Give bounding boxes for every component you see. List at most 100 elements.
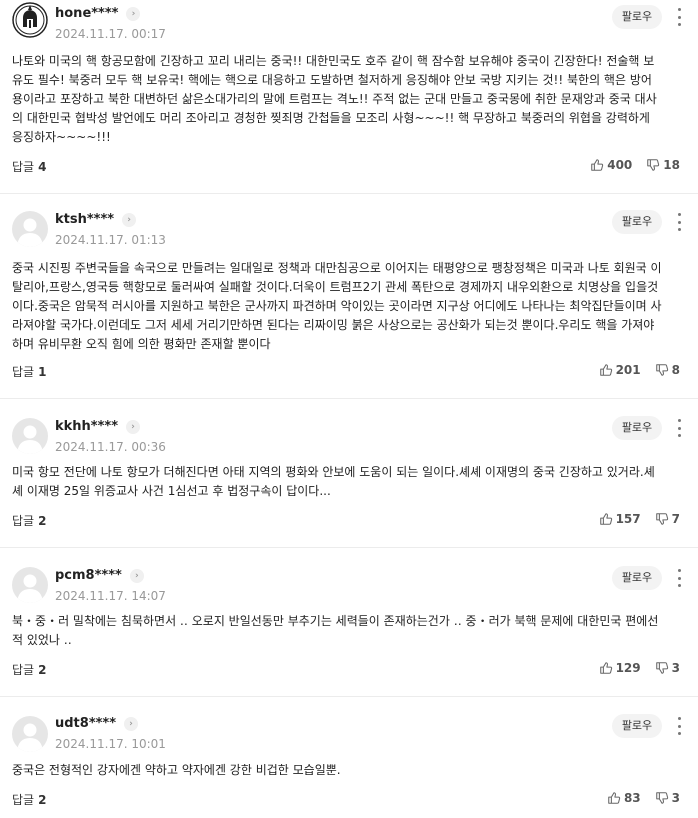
dislike-count: 3: [671, 791, 680, 805]
comment-date: 2024.11.17. 01:13: [55, 233, 166, 247]
chevron-right-icon[interactable]: ›: [126, 419, 140, 434]
dislike-count: 3: [671, 661, 680, 675]
reply-label: 답글: [12, 514, 35, 528]
comment-item: pcm8**** › 2024.11.17. 14:07 팔로우 북・중・러 밀…: [0, 547, 698, 697]
comment-date: 2024.11.17. 10:01: [55, 737, 166, 751]
more-options-icon[interactable]: [674, 569, 684, 587]
reply-button[interactable]: 답글 2: [12, 512, 46, 529]
reply-count: 1: [38, 365, 47, 379]
thumbs-up-icon: [591, 159, 604, 171]
reply-count: 2: [38, 514, 47, 528]
reply-button[interactable]: 답글 1: [12, 363, 46, 380]
nickname[interactable]: hone****: [55, 6, 118, 21]
chevron-right-icon[interactable]: ›: [129, 568, 144, 583]
like-button[interactable]: 201: [599, 363, 641, 377]
reply-count: 2: [38, 793, 47, 807]
comment-author[interactable]: hone**** ›: [55, 6, 141, 21]
follow-button[interactable]: 팔로우: [612, 714, 662, 738]
like-count: 157: [615, 512, 641, 526]
thumbs-down-icon: [655, 513, 668, 525]
reply-button[interactable]: 답글 2: [12, 791, 46, 808]
reply-label: 답글: [12, 365, 35, 379]
avatar[interactable]: [12, 211, 48, 247]
default-user-icon: [17, 723, 43, 752]
default-user-icon: [17, 574, 43, 603]
reply-count: 2: [38, 663, 47, 677]
comment-author[interactable]: kkhh**** ›: [55, 419, 140, 434]
reply-label: 답글: [12, 793, 35, 807]
comment-date: 2024.11.17. 14:07: [55, 589, 166, 603]
thumbs-down-icon: [655, 792, 668, 804]
more-options-icon[interactable]: [674, 213, 684, 231]
reply-label: 답글: [12, 160, 35, 174]
like-count: 201: [615, 363, 641, 377]
comment-text: 북・중・러 밀착에는 침묵하면서 ‥ 오로지 반일선동만 부추기는 세력들이 존…: [12, 614, 659, 647]
reply-label: 답글: [12, 663, 35, 677]
follow-button[interactable]: 팔로우: [612, 416, 662, 440]
dislike-button[interactable]: 3: [655, 661, 680, 675]
chevron-right-icon[interactable]: ›: [122, 212, 137, 227]
warrior-helmet-icon: [12, 2, 48, 38]
chevron-right-icon[interactable]: ›: [124, 716, 139, 731]
dislike-button[interactable]: 7: [655, 512, 680, 526]
nickname[interactable]: kkhh****: [55, 419, 118, 434]
thumbs-down-icon: [655, 364, 668, 376]
thumbs-up-icon: [608, 792, 621, 804]
comment-text: 미국 항모 전단에 나토 항모가 더해진다면 아태 지역의 평화와 안보에 도움…: [12, 465, 655, 498]
more-options-icon[interactable]: [674, 419, 684, 437]
default-user-icon: [17, 425, 43, 454]
dislike-button[interactable]: 8: [655, 363, 680, 377]
comment-item: kkhh**** › 2024.11.17. 00:36 팔로우 미국 항모 전…: [0, 398, 698, 548]
nickname[interactable]: ktsh****: [55, 212, 114, 227]
reaction-counts: 201 8: [599, 363, 680, 377]
thumbs-up-icon: [599, 662, 612, 674]
thumbs-down-icon: [655, 662, 668, 674]
comment-item: ktsh**** › 2024.11.17. 01:13 팔로우 중국 시진핑 …: [0, 193, 698, 399]
comment-text: 중국 시진핑 주변국들을 속국으로 만들려는 일대일로 정책과 대만침공으로 이…: [12, 261, 662, 351]
chevron-right-icon[interactable]: ›: [126, 6, 141, 21]
nickname[interactable]: udt8****: [55, 716, 116, 731]
follow-button[interactable]: 팔로우: [612, 566, 662, 590]
reaction-counts: 157 7: [599, 512, 680, 526]
dislike-count: 18: [663, 158, 680, 172]
nickname[interactable]: pcm8****: [55, 568, 122, 583]
comment-date: 2024.11.17. 00:17: [55, 27, 166, 41]
like-count: 400: [607, 158, 633, 172]
reply-button[interactable]: 답글 2: [12, 661, 46, 678]
comment-text: 나토와 미국의 핵 항공모함에 긴장하고 꼬리 내리는 중국!! 대한민국도 호…: [12, 54, 657, 144]
comment-author[interactable]: ktsh**** ›: [55, 212, 137, 227]
dislike-button[interactable]: 18: [646, 158, 680, 172]
dislike-button[interactable]: 3: [655, 791, 680, 805]
reply-count: 4: [38, 160, 47, 174]
dislike-count: 7: [671, 512, 680, 526]
like-count: 129: [615, 661, 641, 675]
comment-author[interactable]: udt8**** ›: [55, 716, 139, 731]
avatar[interactable]: [12, 418, 48, 454]
avatar[interactable]: [12, 567, 48, 603]
reaction-counts: 400 18: [590, 158, 680, 172]
like-button[interactable]: 400: [590, 158, 632, 172]
like-button[interactable]: 157: [599, 512, 641, 526]
reaction-counts: 129 3: [599, 661, 680, 675]
more-options-icon[interactable]: [674, 717, 684, 735]
thumbs-down-icon: [647, 159, 660, 171]
avatar[interactable]: [12, 716, 48, 752]
follow-button[interactable]: 팔로우: [612, 5, 662, 29]
reaction-counts: 83 3: [607, 791, 680, 805]
like-button[interactable]: 83: [607, 791, 641, 805]
default-user-icon: [17, 218, 43, 247]
more-options-icon[interactable]: [674, 8, 684, 26]
comment-date: 2024.11.17. 00:36: [55, 440, 166, 454]
dislike-count: 8: [671, 363, 680, 377]
reply-button[interactable]: 답글 4: [12, 158, 46, 175]
comment-author[interactable]: pcm8**** ›: [55, 568, 144, 583]
comment-text: 중국은 전형적인 강자에겐 약하고 약자에겐 강한 비겁한 모습일뿐.: [12, 763, 341, 777]
avatar[interactable]: [12, 2, 48, 38]
thumbs-up-icon: [599, 513, 612, 525]
like-button[interactable]: 129: [599, 661, 641, 675]
comment-item: udt8**** › 2024.11.17. 10:01 팔로우 중국은 전형적…: [0, 696, 698, 818]
follow-button[interactable]: 팔로우: [612, 210, 662, 234]
comment-item: hone**** › 2024.11.17. 00:17 팔로우 나토와 미국의…: [0, 0, 698, 194]
like-count: 83: [623, 791, 641, 805]
thumbs-up-icon: [599, 364, 612, 376]
